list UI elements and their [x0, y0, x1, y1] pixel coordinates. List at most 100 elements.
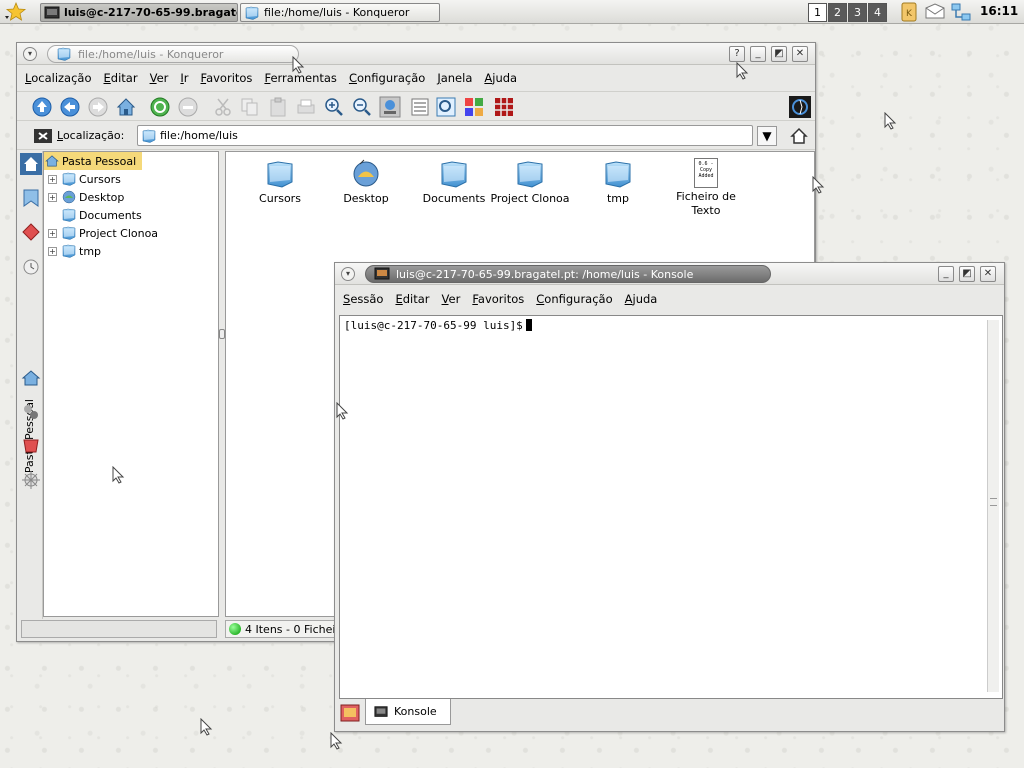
- mouse-cursor-icon: [112, 466, 126, 484]
- file-item-documents[interactable]: Documents: [414, 158, 494, 206]
- menu-ver[interactable]: Ver: [150, 71, 169, 85]
- tree-item-cursors[interactable]: + Cursors: [48, 170, 121, 188]
- menu-editar[interactable]: Editar: [104, 71, 138, 85]
- menu-editar[interactable]: Editar: [395, 292, 429, 306]
- location-input[interactable]: [137, 125, 753, 146]
- tree-item-label: Desktop: [79, 190, 125, 204]
- menu-ir[interactable]: Ir: [180, 71, 188, 85]
- terminal-area[interactable]: [luis@c-217-70-65-99 luis]$: [339, 315, 1003, 699]
- konsole-title-text: luis@c-217-70-65-99.bragatel.pt: /home/l…: [396, 267, 694, 281]
- menu-janela[interactable]: Janela: [437, 71, 472, 85]
- file-item-desktop[interactable]: Desktop: [326, 158, 406, 206]
- home-icon[interactable]: [115, 96, 137, 118]
- menu-ajuda[interactable]: Ajuda: [625, 292, 658, 306]
- network-tab-icon[interactable]: [20, 401, 42, 423]
- file-item-tmp[interactable]: tmp: [578, 158, 658, 206]
- maximize-button[interactable]: ◩: [771, 46, 787, 62]
- konqueror-titlebar[interactable]: ▾ file:/home/luis - Konqueror ? _ ◩ ✕: [17, 43, 815, 65]
- menu-configuracao[interactable]: Configuração: [349, 71, 425, 85]
- desktop-4-button[interactable]: 4: [868, 3, 887, 22]
- folder-icon: [514, 158, 546, 190]
- tree-item-desktop[interactable]: + Desktop: [48, 188, 124, 206]
- services-tab-icon[interactable]: [20, 469, 42, 491]
- window-menu-button[interactable]: ▾: [341, 267, 355, 281]
- sidebar-home-tab-icon[interactable]: [20, 153, 42, 175]
- terminal-scrollbar[interactable]: [987, 320, 999, 692]
- detail-view-icon[interactable]: [409, 96, 431, 118]
- mouse-cursor-icon: [812, 176, 826, 194]
- expand-icon[interactable]: +: [48, 228, 57, 238]
- menu-sessao[interactable]: Sessão: [343, 292, 383, 306]
- file-item-ficheiro-de-texto[interactable]: 0.6 - Copy Added Ficheiro de Texto: [666, 158, 746, 218]
- location-label: Localização:: [57, 129, 125, 142]
- back-icon[interactable]: [59, 96, 81, 118]
- menu-ajuda[interactable]: Ajuda: [484, 71, 517, 85]
- help-button[interactable]: ?: [729, 46, 745, 62]
- go-home-icon[interactable]: [789, 126, 809, 146]
- konqueror-menubar: Localização Editar Ver Ir Favoritos Ferr…: [17, 66, 815, 90]
- stop-icon[interactable]: [177, 96, 199, 118]
- klipper-icon[interactable]: K: [898, 1, 920, 23]
- cut-icon[interactable]: [213, 96, 235, 118]
- expand-icon[interactable]: +: [48, 192, 57, 202]
- task-konqueror[interactable]: file:/home/luis - Konqueror: [240, 3, 440, 22]
- desktop-1-button[interactable]: 1: [808, 3, 827, 22]
- tab-konsole[interactable]: Konsole: [365, 699, 451, 725]
- icon-view-icon[interactable]: [463, 96, 485, 118]
- file-item-cursors[interactable]: Cursors: [240, 158, 320, 206]
- bookmarks-tab-icon[interactable]: [20, 187, 42, 209]
- status-text: 4 Itens - 0 Ficheiros: [245, 622, 345, 636]
- network-icon[interactable]: [950, 1, 972, 23]
- tree-item-project-clonoa[interactable]: + Project Clonoa: [48, 224, 158, 242]
- zoom-in-icon[interactable]: [323, 96, 345, 118]
- window-menu-button[interactable]: ▾: [23, 47, 37, 61]
- expand-icon[interactable]: +: [48, 174, 57, 184]
- menu-localizacao[interactable]: Localização: [25, 71, 92, 85]
- close-button[interactable]: ✕: [792, 46, 808, 62]
- minimize-button[interactable]: _: [750, 46, 766, 62]
- print-icon[interactable]: [295, 96, 317, 118]
- k-menu-button[interactable]: [2, 1, 32, 23]
- forward-icon[interactable]: [87, 96, 109, 118]
- reload-icon[interactable]: [149, 96, 171, 118]
- file-item-project-clonoa[interactable]: Project Clonoa: [490, 158, 570, 206]
- copy-icon[interactable]: [239, 96, 261, 118]
- menu-configuracao[interactable]: Configuração: [536, 292, 612, 306]
- expand-icon[interactable]: +: [48, 246, 57, 256]
- media-tab-icon[interactable]: [20, 435, 42, 457]
- thumbnails-icon[interactable]: [493, 96, 515, 118]
- tree-item-label: Cursors: [79, 172, 121, 186]
- tab-konsole-label: Konsole: [394, 705, 437, 718]
- close-button[interactable]: ✕: [980, 266, 996, 282]
- folder-icon: [61, 171, 77, 187]
- location-dropdown-button[interactable]: ▼: [757, 126, 777, 146]
- clear-location-icon[interactable]: [33, 126, 53, 146]
- clock[interactable]: 16:11: [980, 4, 1018, 18]
- menu-ver[interactable]: Ver: [442, 292, 461, 306]
- desktop-3-button[interactable]: 3: [848, 3, 867, 22]
- devices-tab-icon[interactable]: [20, 221, 42, 243]
- star-icon: [5, 1, 27, 21]
- konsole-titlebar[interactable]: ▾ luis@c-217-70-65-99.bragatel.pt: /home…: [335, 263, 1004, 285]
- history-tab-icon[interactable]: [20, 255, 42, 277]
- mail-icon[interactable]: [924, 1, 946, 23]
- terminal-icon: [44, 6, 60, 18]
- paste-icon[interactable]: [267, 96, 289, 118]
- desktop-2-button[interactable]: 2: [828, 3, 847, 22]
- maximize-button[interactable]: ◩: [959, 266, 975, 282]
- tree-item-documents[interactable]: Documents: [61, 206, 142, 224]
- minimize-button[interactable]: _: [938, 266, 954, 282]
- find-icon[interactable]: [435, 96, 457, 118]
- task-konsole-label: luis@c-217-70-65-99.bragatel.pt: /home/l…: [64, 6, 237, 19]
- menu-favoritos[interactable]: Favoritos: [201, 71, 253, 85]
- menu-favoritos[interactable]: Favoritos: [472, 292, 524, 306]
- zoom-out-icon[interactable]: [351, 96, 373, 118]
- new-session-icon[interactable]: [339, 701, 361, 725]
- home-folder-tab-icon[interactable]: [20, 367, 42, 389]
- tree-item-pasta-pessoal[interactable]: Pasta Pessoal: [44, 152, 143, 170]
- up-icon[interactable]: [31, 96, 53, 118]
- view-mode-icon[interactable]: [379, 96, 401, 118]
- system-tray: K: [898, 1, 972, 23]
- tree-item-tmp[interactable]: + tmp: [48, 242, 101, 260]
- task-konsole[interactable]: luis@c-217-70-65-99.bragatel.pt: /home/l…: [40, 3, 238, 22]
